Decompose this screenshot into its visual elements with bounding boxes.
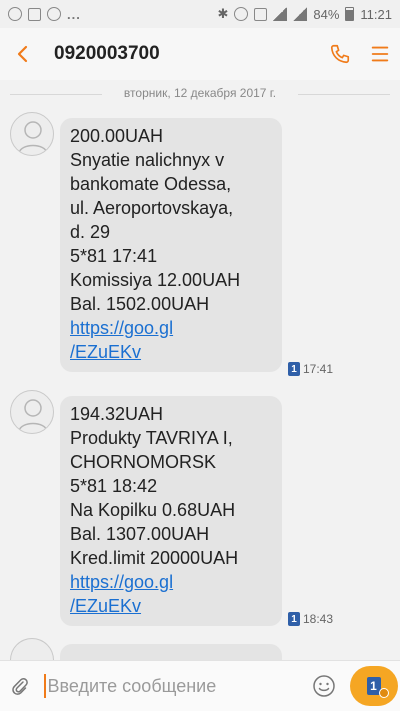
call-button[interactable] — [320, 28, 360, 80]
message-line: CHORNOMORSK — [70, 452, 217, 472]
message-time: 17:41 — [303, 362, 334, 376]
battery-icon — [345, 7, 355, 21]
mail-icon — [28, 7, 41, 21]
clock: 11:21 — [360, 6, 392, 22]
message-link[interactable]: https://goo.gl — [70, 572, 173, 592]
message-line: 5*81 17:41 — [70, 246, 158, 266]
conversation-header: 0920003700 — [0, 28, 400, 80]
message-line: Bal. 1502.00UAH — [70, 294, 210, 314]
message-line: Komissiya 12.00UAH — [70, 270, 241, 290]
message-line: Produkty TAVRIYA I, — [70, 428, 233, 448]
chevron-left-icon — [17, 45, 28, 63]
back-button[interactable] — [0, 28, 46, 80]
alarm-icon — [234, 7, 249, 21]
message-meta: 1 18:43 — [288, 612, 333, 626]
emoji-button[interactable] — [310, 672, 338, 700]
contact-avatar[interactable] — [10, 112, 54, 156]
status-bar: ... ✱ 84% 11:21 — [0, 0, 400, 28]
message-link[interactable]: /EZuEKv — [70, 596, 141, 616]
message-line: ul. Aeroportovskaya, — [70, 198, 234, 218]
person-icon — [18, 399, 48, 432]
mute-icon — [254, 7, 268, 21]
message-line: Bal. 1307.00UAH — [70, 524, 210, 544]
message-line: Kred.limit 20000UAH — [70, 548, 239, 568]
person-icon — [18, 121, 48, 154]
sync-icon — [8, 7, 22, 21]
message-input[interactable]: Введите сообщение — [46, 676, 296, 697]
date-separator: вторник, 12 декабря 2017 г. — [0, 86, 400, 100]
message-line: 194.32UAH — [70, 404, 164, 424]
contact-avatar[interactable] — [10, 390, 54, 434]
send-button[interactable]: 1 — [349, 666, 398, 706]
notification-icons: ... — [8, 7, 81, 22]
sim-badge: 1 — [288, 362, 300, 376]
message-composer: Введите сообщение 1 — [0, 660, 400, 711]
menu-icon — [371, 46, 389, 62]
system-icons: ✱ 84% 11:21 — [217, 6, 392, 22]
battery-percent: 84% — [313, 6, 340, 22]
message-bubble-partial[interactable] — [60, 644, 282, 660]
message-bubble[interactable]: 194.32UAH Produkty TAVRIYA I, CHORNOMORS… — [60, 396, 282, 626]
message-line: 200.00UAH — [70, 126, 164, 146]
sim-badge: 1 — [288, 612, 300, 626]
smiley-icon — [312, 675, 335, 697]
message-meta: 1 17:41 — [288, 362, 333, 376]
more-notifications-icon: ... — [67, 6, 81, 22]
bluetooth-icon: ✱ — [217, 6, 229, 21]
signal-2-icon — [293, 7, 308, 21]
attach-button[interactable] — [0, 661, 40, 711]
message-bubble[interactable]: 200.00UAH Snyatie nalichnyx v bankomate … — [60, 118, 282, 372]
settings-notification-icon — [47, 7, 61, 21]
message-line: Snyatie nalichnyx v — [70, 150, 225, 170]
message-link[interactable]: /EZuEKv — [70, 342, 141, 362]
contact-title: 0920003700 — [54, 43, 160, 64]
message-link[interactable]: https://goo.gl — [70, 318, 173, 338]
phone-icon — [330, 44, 350, 64]
message-time: 18:43 — [303, 612, 334, 626]
message-line: bankomate Odessa, — [70, 174, 232, 194]
message-line: d. 29 — [70, 222, 111, 242]
contact-avatar[interactable] — [10, 638, 54, 660]
signal-icon — [273, 7, 288, 21]
message-bubble-icon — [378, 688, 389, 698]
message-line: Na Kopilku 0.68UAH — [70, 500, 236, 520]
message-line: 5*81 18:42 — [70, 476, 158, 496]
menu-button[interactable] — [360, 28, 400, 80]
paperclip-icon — [12, 678, 28, 695]
